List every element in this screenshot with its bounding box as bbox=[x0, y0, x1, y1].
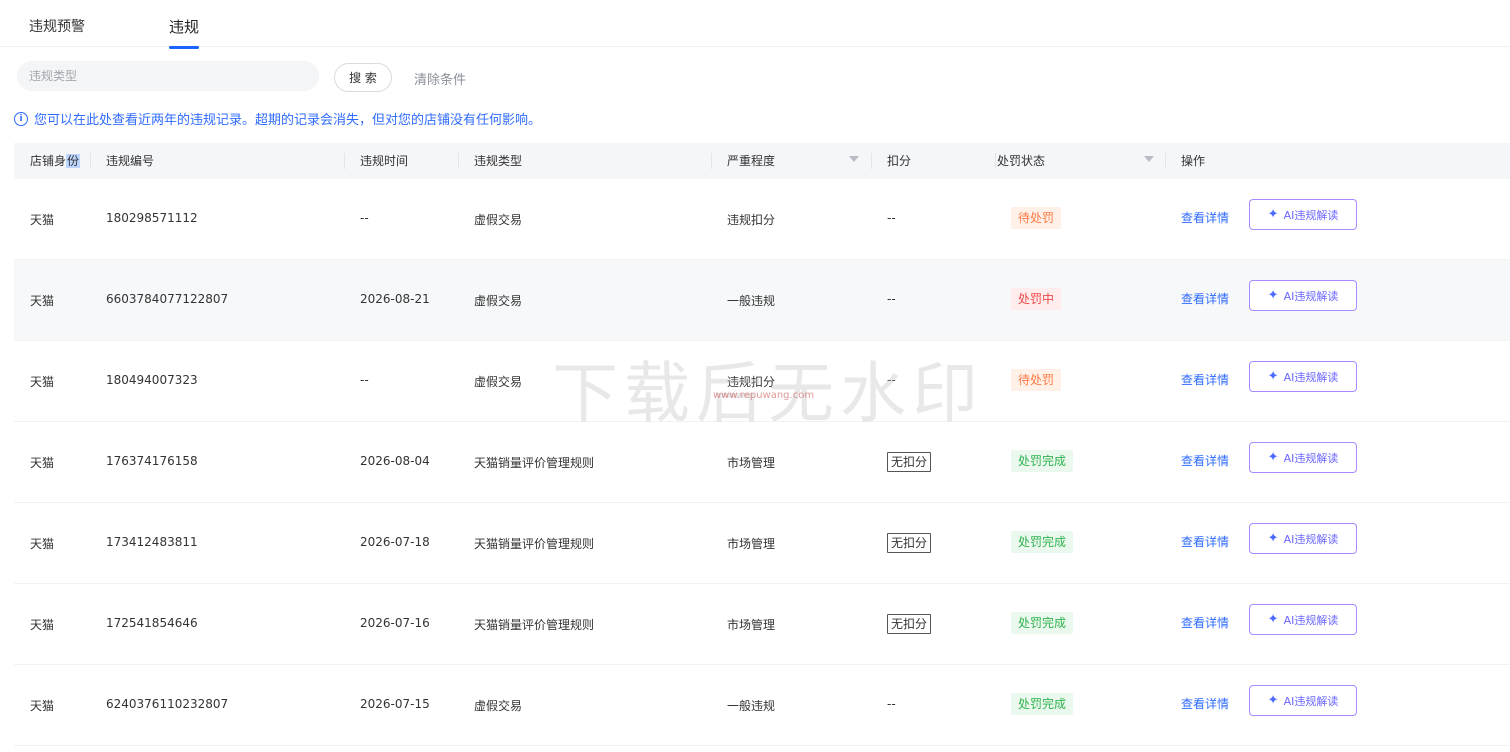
cell-identity: 天猫 bbox=[30, 213, 55, 227]
cell-identity: 天猫 bbox=[30, 375, 55, 389]
sparkle-icon: ✦ bbox=[1267, 369, 1279, 384]
cell-type: 天猫销量评价管理规则 bbox=[474, 456, 595, 470]
table-row: 天猫 6603784077122807 2026-08-21 虚假交易 一般违规… bbox=[14, 260, 1510, 341]
view-detail-link[interactable]: 查看详情 bbox=[1181, 209, 1229, 226]
sparkle-icon: ✦ bbox=[1267, 288, 1279, 303]
cell-severity: 违规扣分 bbox=[727, 213, 776, 227]
status-badge: 处罚完成 bbox=[1011, 612, 1074, 634]
table-row: 天猫 176374176158 2026-08-04 天猫销量评价管理规则 市场… bbox=[14, 422, 1510, 503]
cell-id: 176374176158 bbox=[106, 454, 198, 468]
col-points: 扣分 bbox=[887, 154, 912, 168]
cell-identity: 天猫 bbox=[30, 537, 55, 551]
col-violation-id: 违规编号 bbox=[106, 154, 155, 168]
tab-violation[interactable]: 违规 bbox=[169, 16, 200, 49]
cell-id: 172541854646 bbox=[106, 616, 198, 630]
ai-interpret-button[interactable]: ✦ AI违规解读 bbox=[1249, 523, 1357, 554]
cell-type: 天猫销量评价管理规则 bbox=[474, 537, 595, 551]
cell-severity: 市场管理 bbox=[727, 618, 776, 632]
cell-id: 173412483811 bbox=[106, 535, 198, 549]
table-row: 天猫 180494007323 -- 虚假交易 违规扣分 -- 待处罚 查看详情… bbox=[14, 341, 1510, 422]
col-actions: 操作 bbox=[1181, 154, 1206, 168]
cell-identity: 天猫 bbox=[30, 618, 55, 632]
col-violation-type: 违规类型 bbox=[474, 154, 523, 168]
ai-interpret-button[interactable]: ✦ AI违规解读 bbox=[1249, 280, 1357, 311]
table-row: 天猫 172541854646 2026-07-16 天猫销量评价管理规则 市场… bbox=[14, 584, 1510, 665]
status-badge: 处罚完成 bbox=[1011, 693, 1074, 715]
cell-time: -- bbox=[360, 211, 369, 225]
cell-severity: 市场管理 bbox=[727, 537, 776, 551]
cell-points: -- bbox=[887, 697, 896, 711]
table-row: 天猫 6240376110232807 2026-07-15 虚假交易 一般违规… bbox=[14, 665, 1510, 746]
cell-type: 虚假交易 bbox=[474, 294, 523, 308]
col-store-identity: 店铺身份 bbox=[30, 154, 81, 168]
tab-bar: 违规预警 违规 bbox=[0, 0, 1510, 49]
status-badge: 处罚完成 bbox=[1011, 531, 1074, 553]
status-badge: 处罚中 bbox=[1011, 288, 1062, 310]
cell-id: 6603784077122807 bbox=[106, 292, 229, 306]
ai-interpret-button[interactable]: ✦ AI违规解读 bbox=[1249, 361, 1357, 392]
cell-points: -- bbox=[887, 373, 896, 387]
search-button[interactable]: 搜 索 bbox=[334, 63, 392, 92]
cell-type: 虚假交易 bbox=[474, 375, 523, 389]
cell-identity: 天猫 bbox=[30, 699, 55, 713]
cell-type: 虚假交易 bbox=[474, 213, 523, 227]
table-row: 天猫 180298571112 -- 虚假交易 违规扣分 -- 待处罚 查看详情… bbox=[14, 179, 1510, 260]
cell-points: -- bbox=[887, 211, 896, 225]
status-filter-icon[interactable] bbox=[1144, 143, 1156, 179]
ai-interpret-button[interactable]: ✦ AI违规解读 bbox=[1249, 199, 1357, 230]
col-severity: 严重程度 bbox=[727, 154, 776, 168]
view-detail-link[interactable]: 查看详情 bbox=[1181, 533, 1229, 550]
severity-filter-icon[interactable] bbox=[849, 143, 861, 179]
ai-interpret-button[interactable]: ✦ AI违规解读 bbox=[1249, 442, 1357, 473]
view-detail-link[interactable]: 查看详情 bbox=[1181, 290, 1229, 307]
cell-severity: 一般违规 bbox=[727, 294, 776, 308]
ai-interpret-button[interactable]: ✦ AI违规解读 bbox=[1249, 685, 1357, 716]
info-icon: i bbox=[14, 111, 28, 126]
violation-table: 店铺身份 违规编号 违规时间 违规类型 严重程度 扣分 处罚状态 操作 天猫 1… bbox=[14, 143, 1510, 746]
status-badge: 处罚完成 bbox=[1011, 450, 1074, 472]
notice-text: 您可以在此处查看近两年的违规记录。超期的记录会消失，但对您的店铺没有任何影响。 bbox=[34, 113, 542, 128]
cell-id: 6240376110232807 bbox=[106, 697, 229, 711]
cell-time: 2026-07-16 bbox=[360, 616, 430, 630]
ai-interpret-button[interactable]: ✦ AI违规解读 bbox=[1249, 604, 1357, 635]
view-detail-link[interactable]: 查看详情 bbox=[1181, 452, 1229, 469]
cell-points: 无扣分 bbox=[887, 452, 932, 472]
cell-type: 天猫销量评价管理规则 bbox=[474, 618, 595, 632]
violation-type-input[interactable] bbox=[17, 61, 319, 91]
sparkle-icon: ✦ bbox=[1267, 531, 1279, 546]
cell-time: 2026-08-21 bbox=[360, 292, 430, 306]
sparkle-icon: ✦ bbox=[1267, 612, 1279, 627]
cell-id: 180494007323 bbox=[106, 373, 198, 387]
cell-type: 虚假交易 bbox=[474, 699, 523, 713]
col-violation-time: 违规时间 bbox=[360, 154, 409, 168]
cell-severity: 市场管理 bbox=[727, 456, 776, 470]
table-row: 天猫 173412483811 2026-07-18 天猫销量评价管理规则 市场… bbox=[14, 503, 1510, 584]
view-detail-link[interactable]: 查看详情 bbox=[1181, 695, 1229, 712]
sparkle-icon: ✦ bbox=[1267, 693, 1279, 708]
table-header: 店铺身份 违规编号 违规时间 违规类型 严重程度 扣分 处罚状态 操作 bbox=[14, 143, 1510, 179]
status-badge: 待处罚 bbox=[1011, 369, 1062, 391]
cell-identity: 天猫 bbox=[30, 456, 55, 470]
notice-bar: i 您可以在此处查看近两年的违规记录。超期的记录会消失，但对您的店铺没有任何影响… bbox=[14, 109, 541, 128]
cell-time: -- bbox=[360, 373, 369, 387]
sparkle-icon: ✦ bbox=[1267, 450, 1279, 465]
cell-time: 2026-07-15 bbox=[360, 697, 430, 711]
col-penalty-status: 处罚状态 bbox=[997, 154, 1046, 168]
sparkle-icon: ✦ bbox=[1267, 207, 1279, 222]
status-badge: 待处罚 bbox=[1011, 207, 1062, 229]
cell-points: -- bbox=[887, 292, 896, 306]
cell-time: 2026-07-18 bbox=[360, 535, 430, 549]
cell-severity: 一般违规 bbox=[727, 699, 776, 713]
cell-points: 无扣分 bbox=[887, 533, 932, 553]
cell-id: 180298571112 bbox=[106, 211, 198, 225]
cell-time: 2026-08-04 bbox=[360, 454, 430, 468]
view-detail-link[interactable]: 查看详情 bbox=[1181, 614, 1229, 631]
clear-filters-button[interactable]: 清除条件 bbox=[414, 69, 466, 88]
view-detail-link[interactable]: 查看详情 bbox=[1181, 371, 1229, 388]
cell-identity: 天猫 bbox=[30, 294, 55, 308]
cell-points: 无扣分 bbox=[887, 614, 932, 634]
tab-violation-warning[interactable]: 违规预警 bbox=[29, 16, 85, 36]
cell-severity: 违规扣分 bbox=[727, 375, 776, 389]
